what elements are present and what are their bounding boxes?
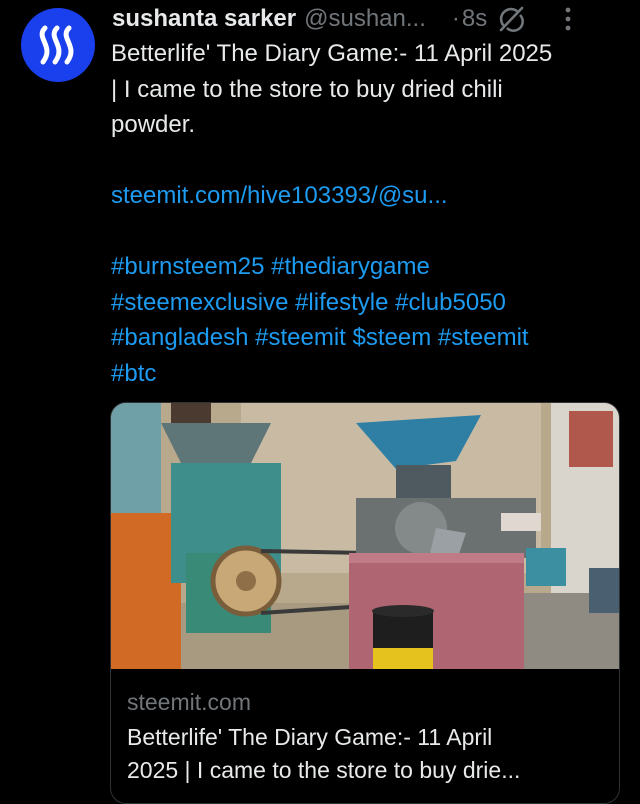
steem-logo-icon — [39, 25, 74, 65]
card-title: Betterlife' The Diary Game:- 11 April 20… — [127, 721, 603, 787]
hashtag-line[interactable]: #bangladesh #steemit $steem #steemit — [111, 320, 621, 356]
tweet-text: Betterlife' The Diary Game:- 11 April 20… — [111, 36, 621, 391]
author-name[interactable]: sushanta sarker — [112, 5, 296, 33]
hashtag-line[interactable]: #steemexclusive #lifestyle #club5050 — [111, 285, 621, 321]
timestamp[interactable]: 8s — [462, 5, 487, 33]
hashtag-line[interactable]: #btc — [111, 356, 621, 392]
card-title-line: Betterlife' The Diary Game:- 11 April — [127, 724, 493, 750]
separator-dot: · — [451, 5, 460, 32]
card-domain: steemit.com — [127, 689, 251, 715]
tweet-header: sushanta sarker @sushan... · 8s — [112, 2, 620, 36]
tweet-text-line: | I came to the store to buy dried chili — [111, 75, 503, 103]
tweet-text-line: Betterlife' The Diary Game:- 11 April 20… — [111, 40, 553, 67]
hashtag-line[interactable]: #burnsteem25 #thediarygame — [111, 249, 621, 285]
author-handle[interactable]: @sushan... — [304, 5, 426, 33]
card-image[interactable] — [111, 403, 619, 669]
more-vertical-icon[interactable] — [563, 5, 573, 33]
link-card[interactable]: steemit.com Betterlife' The Diary Game:-… — [110, 402, 620, 804]
avatar[interactable] — [21, 8, 95, 82]
grok-icon[interactable] — [497, 5, 525, 33]
card-title-line: 2025 | I came to the store to buy drie..… — [127, 757, 521, 783]
tweet-text-line: powder. — [111, 111, 196, 138]
tweet-link[interactable]: steemit.com/hive103393/@su... — [111, 178, 621, 214]
